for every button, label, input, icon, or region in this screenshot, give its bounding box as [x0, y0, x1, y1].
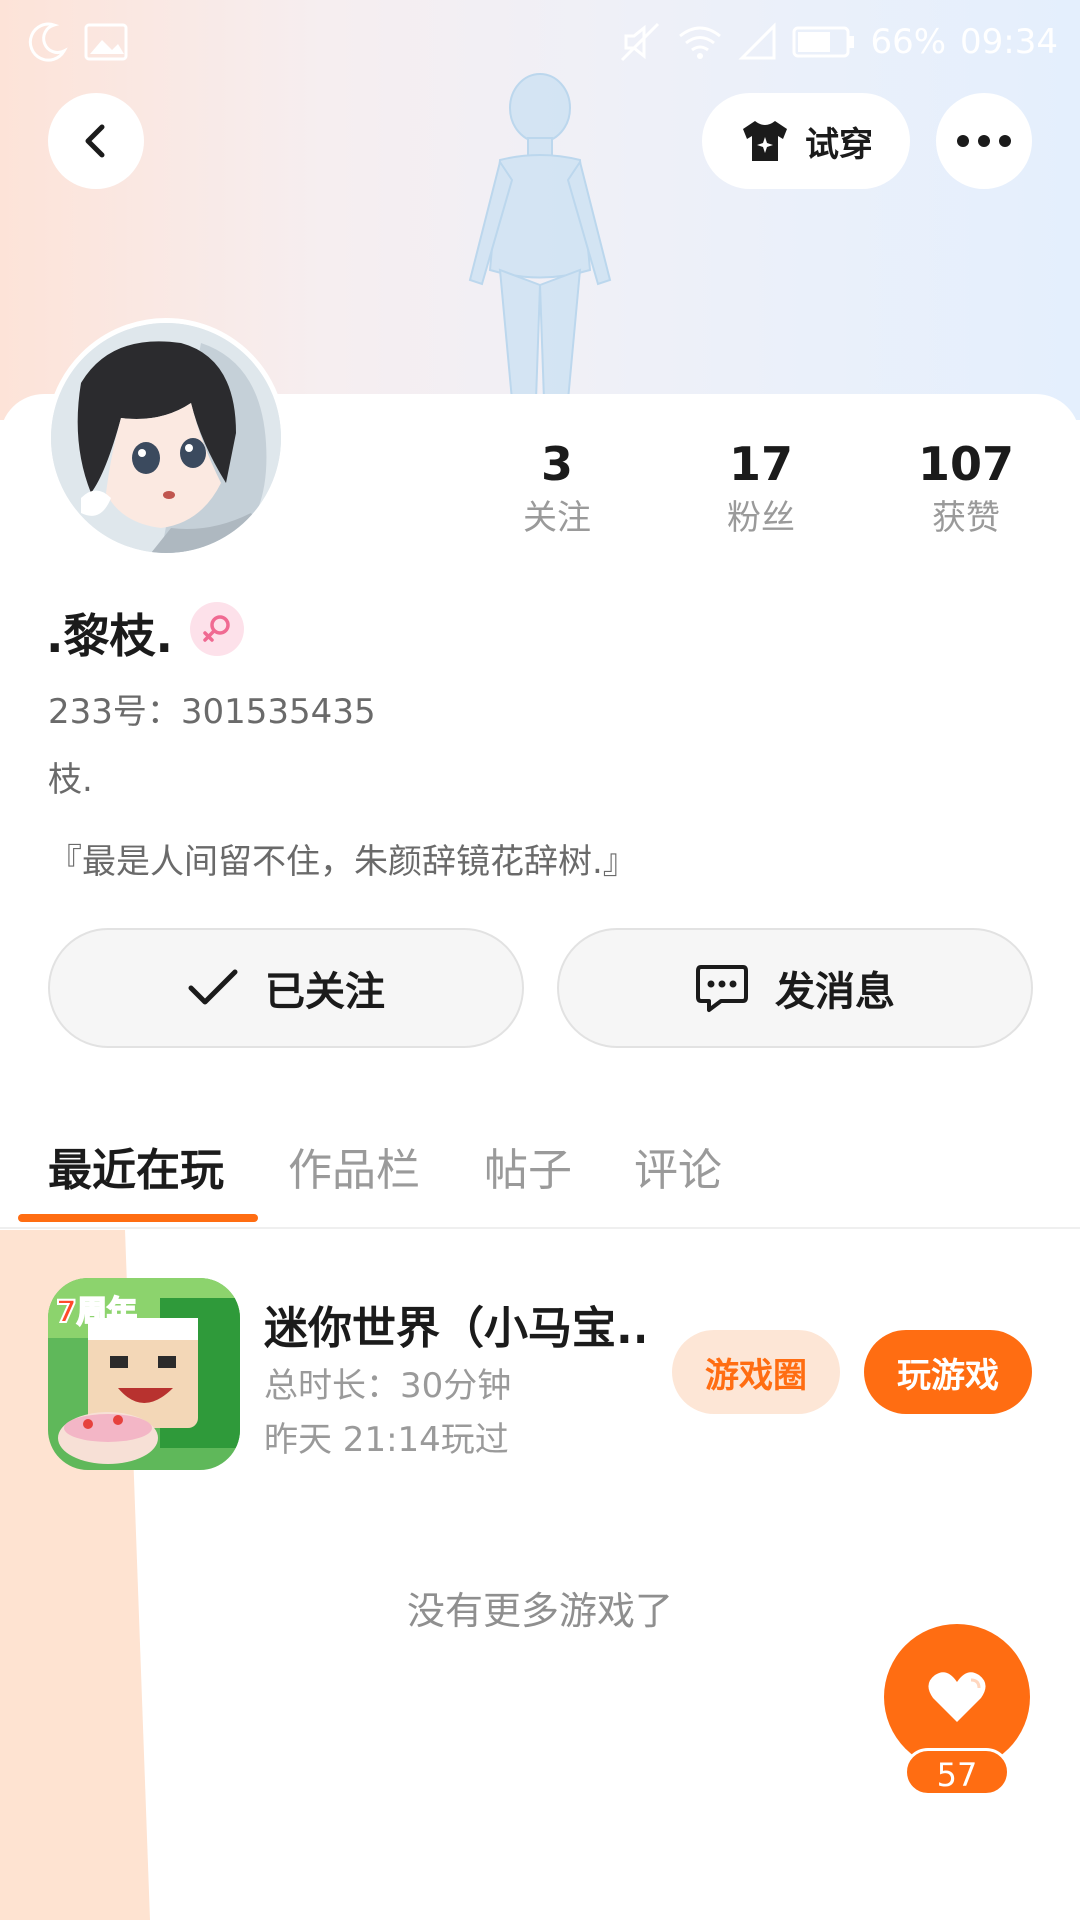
stat-following[interactable]: 3 关注	[477, 436, 637, 542]
clock: 09:34	[960, 22, 1058, 62]
send-message-label: 发消息	[775, 969, 895, 1015]
image-icon	[84, 23, 128, 61]
try-on-label: 试穿	[805, 124, 873, 165]
stat-likes[interactable]: 107 获赞	[886, 436, 1046, 542]
game-circle-button[interactable]: 游戏圈	[672, 1330, 840, 1414]
stat-followers-count: 17	[728, 437, 793, 491]
no-more-games-hint: 没有更多游戏了	[406, 1589, 673, 1633]
stat-followers-label: 粉丝	[727, 498, 795, 538]
tab-works[interactable]: 作品栏	[288, 1134, 420, 1198]
active-tab-indicator	[18, 1214, 258, 1222]
heart-icon	[928, 1672, 986, 1722]
play-game-button[interactable]: 玩游戏	[864, 1330, 1032, 1414]
user-id: 233号：301535435	[48, 692, 376, 732]
tabs-divider	[0, 1227, 1080, 1229]
tab-comments[interactable]: 评论	[634, 1134, 722, 1198]
chevron-left-icon	[85, 124, 105, 158]
no-sim-icon	[738, 22, 776, 60]
send-message-button[interactable]: 发消息	[557, 928, 1033, 1048]
stat-likes-label: 获赞	[932, 498, 1000, 538]
game-title[interactable]: 迷你世界（小马宝...	[264, 1292, 644, 1356]
game-icon-badge: 7周年	[56, 1295, 137, 1330]
moon-icon	[28, 22, 68, 62]
battery-percent: 66%	[870, 22, 947, 62]
list-item[interactable]: 7周年 迷你世界（小马宝... 总时长：30分钟 昨天 21:14玩过 游戏圈 …	[0, 1270, 1080, 1470]
stat-followers[interactable]: 17 粉丝	[681, 436, 841, 542]
tab-recently-played[interactable]: 最近在玩	[48, 1134, 224, 1198]
female-icon	[203, 615, 230, 642]
back-button[interactable]	[48, 93, 144, 189]
stat-likes-count: 107	[917, 437, 1015, 491]
followed-label: 已关注	[265, 969, 385, 1015]
status-bar: 66% 09:34	[0, 0, 1080, 84]
game-icon[interactable]: 7周年	[48, 1278, 240, 1470]
like-count-badge: 57	[904, 1748, 1010, 1796]
try-on-button[interactable]: 试穿	[702, 93, 910, 189]
game-total-time: 总时长：30分钟	[264, 1366, 512, 1406]
avatar-illustration	[51, 323, 281, 553]
followed-button[interactable]: 已关注	[48, 928, 524, 1048]
avatar-3d-figure	[468, 73, 612, 400]
wifi-icon	[679, 26, 722, 59]
more-dots-icon	[957, 135, 1011, 147]
chat-bubble-icon	[696, 965, 748, 1012]
mute-icon	[621, 22, 660, 62]
stat-following-count: 3	[540, 437, 573, 491]
tab-posts[interactable]: 帖子	[484, 1134, 572, 1198]
checkmark-icon	[188, 969, 238, 1005]
stat-following-label: 关注	[523, 498, 591, 538]
battery-icon	[792, 26, 855, 58]
gender-badge	[190, 602, 244, 656]
signature-line-2: 『最是人间留不住，朱颜辞镜花辞树.』	[48, 842, 637, 882]
signature-line-1: 枝.	[48, 760, 93, 800]
tshirt-sparkle-icon	[743, 121, 787, 161]
game-last-played: 昨天 21:14玩过	[264, 1420, 509, 1460]
username: .黎枝.	[46, 609, 173, 663]
game-icon-art: 7周年	[48, 1278, 240, 1470]
more-button[interactable]	[936, 93, 1032, 189]
avatar[interactable]	[46, 318, 286, 558]
